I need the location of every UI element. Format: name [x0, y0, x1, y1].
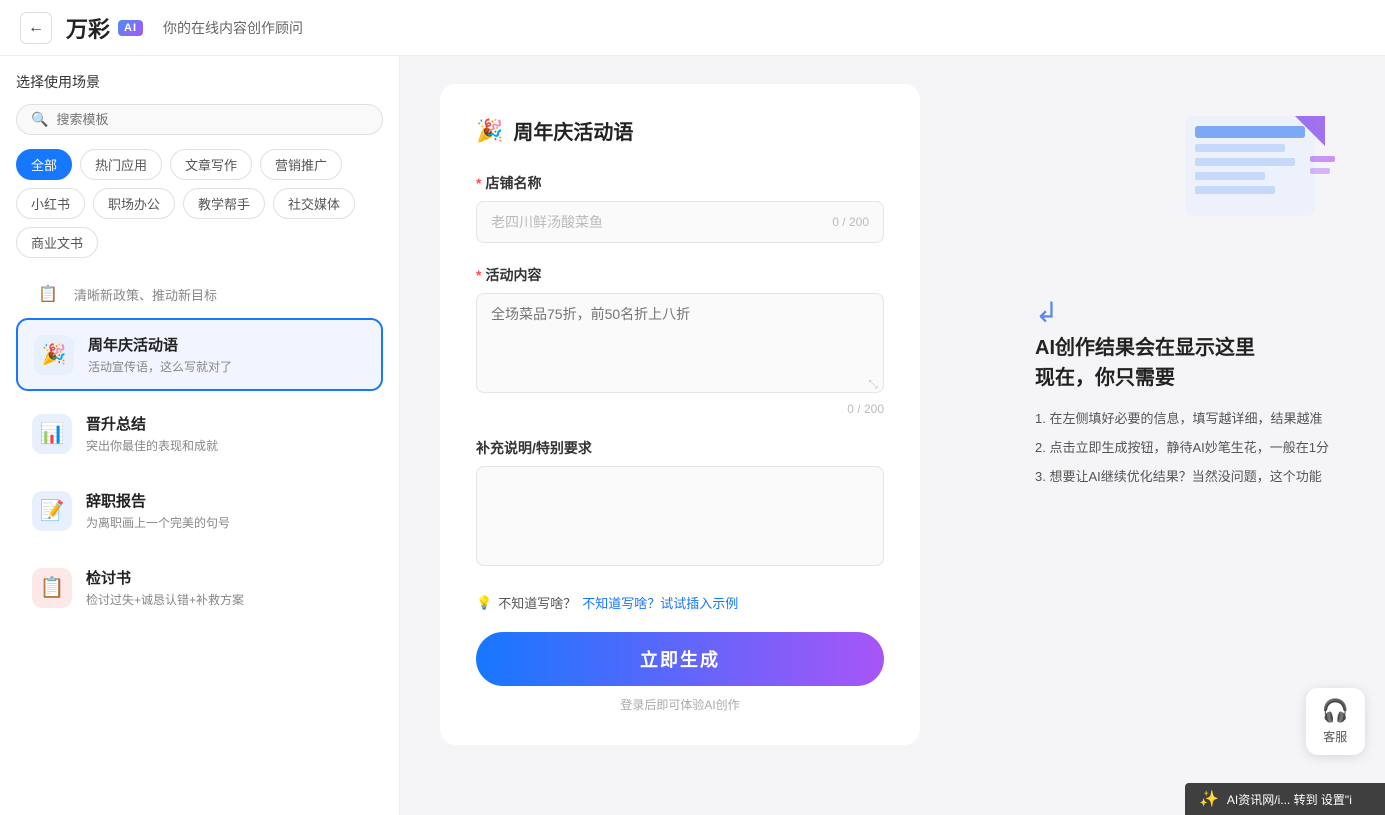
shop-name-label: * 店铺名称 — [476, 173, 884, 193]
activity-textarea[interactable] — [476, 293, 884, 393]
ai-hint-list: 1. 在左侧填好必要的信息，填写越详细，结果越准 2. 点击立即生成按钮，静待A… — [1035, 409, 1329, 487]
ai-hint-box: ↲ AI创作结果会在显示这里现在，你只需要 1. 在左侧填好必要的信息，填写越详… — [1035, 296, 1329, 495]
resignation-desc: 为离职画上一个完美的句号 — [86, 514, 367, 531]
category-tag-business[interactable]: 商业文书 — [16, 227, 98, 258]
cs-label: 客服 — [1323, 728, 1347, 745]
main-layout: 选择使用场景 🔍 全部 热门应用 文章写作 营销推广 小红书 职场办公 教学帮手… — [0, 56, 1385, 815]
activity-content-label: * 活动内容 — [476, 265, 884, 285]
form-title: 周年庆活动语 — [513, 116, 633, 145]
category-tag-xiaohongshu[interactable]: 小红书 — [16, 188, 85, 219]
login-hint: 登录后即可体验AI创作 — [476, 696, 884, 713]
extra-note-field: 补充说明/特别要求 — [476, 438, 884, 571]
bottom-bar-icon: ✨ — [1199, 789, 1219, 809]
sidebar-list: 📋 清晰新政策、推动新目标 🎉 周年庆活动语 活动宣传语，这么写就对了 📊 晋升… — [0, 270, 399, 815]
bottom-bar-text: AI资讯网/i... 转到 设置"i — [1227, 791, 1352, 808]
policy-label: 清晰新政策、推动新目标 — [74, 285, 217, 304]
anniversary-title: 周年庆活动语 — [88, 334, 365, 355]
required-star-2: * — [476, 267, 481, 283]
form-header-icon: 🎉 — [476, 118, 503, 144]
ai-hint-step-1: 1. 在左侧填好必要的信息，填写越详细，结果越准 — [1035, 409, 1329, 430]
search-input[interactable] — [56, 112, 368, 127]
anniversary-desc: 活动宣传语，这么写就对了 — [88, 358, 365, 375]
resignation-title: 辞职报告 — [86, 490, 367, 511]
resignation-content: 辞职报告 为离职画上一个完美的句号 — [86, 490, 367, 531]
ai-hint-step-2: 2. 点击立即生成按钮，静待AI妙笔生花，一般在1分 — [1035, 438, 1329, 459]
illustration — [1155, 96, 1355, 256]
sidebar-item-review[interactable]: 📋 检讨书 检讨过失+诚恳认错+补救方案 — [16, 553, 383, 622]
category-tag-hot[interactable]: 热门应用 — [80, 149, 162, 180]
required-star-1: * — [476, 175, 481, 191]
category-tag-social[interactable]: 社交媒体 — [273, 188, 355, 219]
category-tags: 全部 热门应用 文章写作 营销推广 小红书 职场办公 教学帮手 社交媒体 商业文… — [0, 149, 399, 270]
logo: 万彩 AI — [66, 12, 143, 44]
extra-textarea[interactable] — [476, 466, 884, 566]
shop-name-field: * 店铺名称 老四川鲜汤酸菜鱼 0 / 200 — [476, 173, 884, 243]
sidebar-item-policy[interactable]: 📋 清晰新政策、推动新目标 — [16, 270, 383, 318]
anniversary-content: 周年庆活动语 活动宣传语，这么写就对了 — [88, 334, 365, 375]
form-header: 🎉 周年庆活动语 — [476, 116, 884, 145]
shop-name-charcount: 0 / 200 — [832, 215, 869, 229]
promotion-desc: 突出你最佳的表现和成就 — [86, 437, 367, 454]
review-title: 检讨书 — [86, 567, 367, 588]
logo-badge: AI — [118, 20, 143, 36]
form-card: 🎉 周年庆活动语 * 店铺名称 老四川鲜汤酸菜鱼 0 / 200 * 活动内容 — [440, 84, 920, 745]
content-area: 🎉 周年庆活动语 * 店铺名称 老四川鲜汤酸菜鱼 0 / 200 * 活动内容 — [400, 56, 1005, 815]
hint-icon: 💡 — [476, 595, 492, 611]
shop-name-input-row[interactable]: 老四川鲜汤酸菜鱼 0 / 200 — [476, 201, 884, 243]
search-box[interactable]: 🔍 — [16, 104, 383, 135]
hint-text: 不知道写啥？ — [498, 593, 576, 612]
hint-link[interactable]: 不知道写啥？试试插入示例 — [582, 593, 738, 612]
resize-icon: ⤡ — [868, 377, 878, 392]
promotion-title: 晋升总结 — [86, 413, 367, 434]
policy-icon: 📋 — [32, 278, 64, 310]
cs-icon: 🎧 — [1322, 698, 1349, 724]
category-tag-article[interactable]: 文章写作 — [170, 149, 252, 180]
category-tag-office[interactable]: 职场办公 — [93, 188, 175, 219]
activity-content-field: * 活动内容 ⤡ 0 / 200 — [476, 265, 884, 416]
generate-button[interactable]: 立即生成 — [476, 632, 884, 686]
category-tag-teaching[interactable]: 教学帮手 — [183, 188, 265, 219]
promotion-content: 晋升总结 突出你最佳的表现和成就 — [86, 413, 367, 454]
bottom-bar: ✨ AI资讯网/i... 转到 设置"i — [1185, 783, 1385, 815]
category-tag-marketing[interactable]: 营销推广 — [260, 149, 342, 180]
review-icon: 📋 — [32, 568, 72, 608]
cs-float-button[interactable]: 🎧 客服 — [1306, 688, 1365, 755]
sidebar-item-anniversary[interactable]: 🎉 周年庆活动语 活动宣传语，这么写就对了 — [16, 318, 383, 391]
ai-hint-title: AI创作结果会在显示这里现在，你只需要 — [1035, 333, 1329, 393]
ai-hint-arrow: ↲ — [1035, 296, 1329, 329]
activity-charcount: 0 / 200 — [476, 402, 884, 416]
back-button[interactable]: ← — [20, 12, 52, 44]
sidebar-top: 选择使用场景 🔍 — [0, 56, 399, 149]
anniversary-icon: 🎉 — [34, 335, 74, 375]
back-icon: ← — [28, 19, 44, 37]
logo-text: 万彩 — [66, 12, 110, 44]
activity-textarea-wrapper: ⤡ — [476, 293, 884, 398]
extra-note-label: 补充说明/特别要求 — [476, 438, 884, 458]
sidebar-item-resignation[interactable]: 📝 辞职报告 为离职画上一个完美的句号 — [16, 476, 383, 545]
promotion-icon: 📊 — [32, 414, 72, 454]
sidebar-section-title: 选择使用场景 — [16, 72, 383, 92]
header-slogan: 你的在线内容创作顾问 — [163, 18, 303, 38]
header: ← 万彩 AI 你的在线内容创作顾问 — [0, 0, 1385, 56]
review-content: 检讨书 检讨过失+诚恳认错+补救方案 — [86, 567, 367, 608]
category-tag-all[interactable]: 全部 — [16, 149, 72, 180]
search-icon: 🔍 — [31, 111, 48, 128]
ai-hint-step-3: 3. 想要让AI继续优化结果？当然没问题，这个功能 — [1035, 467, 1329, 488]
extra-textarea-wrapper — [476, 466, 884, 571]
resignation-icon: 📝 — [32, 491, 72, 531]
hint-row: 💡 不知道写啥？ 不知道写啥？试试插入示例 — [476, 593, 884, 612]
shop-name-placeholder: 老四川鲜汤酸菜鱼 — [491, 212, 603, 232]
sidebar: 选择使用场景 🔍 全部 热门应用 文章写作 营销推广 小红书 职场办公 教学帮手… — [0, 56, 400, 815]
sidebar-item-promotion[interactable]: 📊 晋升总结 突出你最佳的表现和成就 — [16, 399, 383, 468]
review-desc: 检讨过失+诚恳认错+补救方案 — [86, 591, 367, 608]
